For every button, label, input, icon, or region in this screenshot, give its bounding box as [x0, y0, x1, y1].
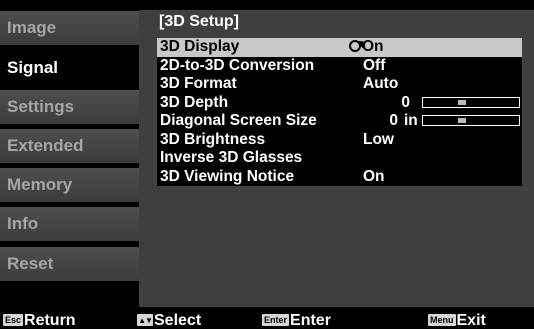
row-2d-to-3d-conversion[interactable]: 2D-to-3D Conversion Off: [157, 57, 522, 76]
slider-thumb[interactable]: [458, 118, 466, 123]
row-value: On: [363, 167, 385, 185]
row-3d-depth[interactable]: 3D Depth 0: [157, 94, 522, 113]
settings-panel: [3D Setup] 3D Display On 2D-to-3D Conver…: [139, 10, 534, 307]
tab-info[interactable]: Info: [0, 207, 139, 241]
row-label: 3D Depth: [160, 93, 229, 111]
row-3d-format[interactable]: 3D Format Auto: [157, 75, 522, 94]
hint-select: ▲▼ Select: [137, 313, 201, 329]
cycle-icon: [349, 40, 361, 52]
hint-exit: Menu Exit: [428, 313, 486, 329]
tab-settings[interactable]: Settings: [0, 90, 139, 124]
hint-enter: Enter Enter: [262, 313, 331, 329]
panel-title: [3D Setup]: [159, 13, 239, 30]
depth-slider[interactable]: [422, 96, 520, 108]
row-value: Auto: [363, 75, 399, 92]
arrows-icon: ▲▼: [137, 314, 153, 326]
row-value: 0: [401, 93, 410, 111]
row-label: 3D Display: [160, 38, 240, 55]
row-label: 2D-to-3D Conversion: [160, 56, 315, 74]
row-value: 0: [389, 112, 398, 129]
row-diagonal-screen-size[interactable]: Diagonal Screen Size 0 in: [157, 112, 522, 131]
tab-reset[interactable]: Reset: [0, 247, 139, 281]
row-unit: in: [404, 112, 418, 129]
menu-key-icon: Menu: [428, 314, 456, 326]
row-label: 3D Viewing Notice: [160, 167, 295, 185]
row-3d-viewing-notice[interactable]: 3D Viewing Notice On: [157, 168, 522, 187]
tab-image[interactable]: Image: [0, 11, 139, 45]
row-label: 3D Format: [160, 75, 237, 92]
settings-list: 3D Display On 2D-to-3D Conversion Off 3D…: [157, 38, 522, 186]
slider-thumb[interactable]: [458, 99, 466, 105]
tab-memory[interactable]: Memory: [0, 168, 139, 202]
row-3d-display[interactable]: 3D Display On: [157, 38, 522, 57]
row-label: Inverse 3D Glasses: [160, 149, 303, 166]
row-inverse-3d-glasses[interactable]: Inverse 3D Glasses: [157, 149, 522, 168]
hint-label: Exit: [456, 312, 486, 329]
row-value: Low: [363, 130, 394, 148]
hint-return: Esc Return: [3, 313, 76, 329]
row-label: Diagonal Screen Size: [160, 112, 317, 129]
hint-label: Enter: [290, 312, 331, 329]
enter-key-icon: Enter: [262, 314, 290, 326]
esc-key-icon: Esc: [3, 314, 24, 326]
row-value: On: [349, 38, 384, 57]
row-value-text: On: [362, 38, 384, 55]
tab-signal[interactable]: Signal: [0, 51, 139, 85]
hint-label: Select: [154, 312, 202, 329]
footer-hints: Esc Return ▲▼ Select Enter Enter Menu Exit: [0, 313, 534, 329]
screen-size-slider[interactable]: [422, 115, 520, 126]
row-value: Off: [363, 56, 386, 74]
row-3d-brightness[interactable]: 3D Brightness Low: [157, 131, 522, 150]
tab-extended[interactable]: Extended: [0, 129, 139, 163]
hint-label: Return: [24, 312, 76, 329]
row-label: 3D Brightness: [160, 130, 266, 148]
